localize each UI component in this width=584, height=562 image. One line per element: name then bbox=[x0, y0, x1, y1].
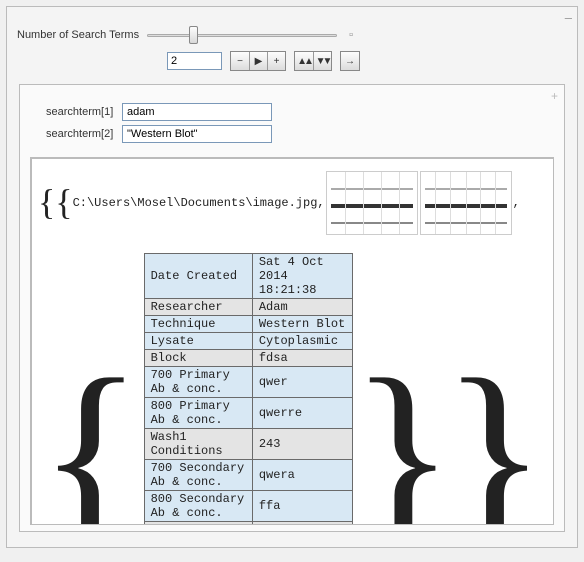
metadata-value: Western Blot bbox=[252, 316, 352, 333]
table-row: 800 Primary Ab & conc.qwerre bbox=[144, 398, 352, 429]
trailing-comma: , bbox=[513, 196, 520, 210]
data-table-wrap: { Date CreatedSat 4 Oct 2014 18:21:38Res… bbox=[38, 253, 547, 525]
blot-thumbnail-2 bbox=[420, 171, 512, 235]
table-row: ResearcherAdam bbox=[144, 299, 352, 316]
metadata-key: Date Created bbox=[144, 254, 252, 299]
metadata-key: Researcher bbox=[144, 299, 252, 316]
anim-button-group: − ▶ + bbox=[230, 51, 286, 71]
image-result-row: { { C:\Users\Mosel\Documents\image.jpg, … bbox=[38, 171, 547, 235]
search-input-2[interactable] bbox=[122, 125, 272, 143]
slider-thumb[interactable] bbox=[189, 26, 198, 44]
metadata-value: Sat 4 Oct 2014 18:21:38 bbox=[252, 254, 352, 299]
open-brace-icon: { bbox=[55, 192, 72, 214]
slider-label: Number of Search Terms bbox=[17, 29, 139, 41]
table-row: 700 Secondary Ab & conc.qwera bbox=[144, 460, 352, 491]
metadata-value: Cytoplasmic bbox=[252, 333, 352, 350]
step-minus-button[interactable]: − bbox=[231, 52, 249, 70]
table-row: LysateCytoplasmic bbox=[144, 333, 352, 350]
open-brace-icon: { bbox=[38, 192, 55, 214]
search-row-2: searchterm[2] bbox=[46, 125, 564, 143]
double-down-button[interactable]: ▼▼ bbox=[313, 52, 331, 70]
controls-area: Number of Search Terms ▫ − ▶ + ▲▲ ▼▼ → bbox=[7, 7, 577, 74]
table-row: Date CreatedSat 4 Oct 2014 18:21:38 bbox=[144, 254, 352, 299]
table-row: 800 Secondary Ab & conc.ffa bbox=[144, 491, 352, 522]
metadata-key: 800 Primary Ab & conc. bbox=[144, 398, 252, 429]
metadata-value: qwerre bbox=[252, 398, 352, 429]
expand-icon[interactable]: + bbox=[551, 89, 558, 103]
results-panel: { { C:\Users\Mosel\Documents\image.jpg, … bbox=[30, 157, 554, 525]
metadata-value: fdsa bbox=[252, 350, 352, 367]
table-row: Wash1 Conditions243 bbox=[144, 429, 352, 460]
double-up-button[interactable]: ▲▲ bbox=[295, 52, 313, 70]
collapse-icon[interactable]: – bbox=[565, 10, 572, 25]
open-brace-icon: { bbox=[38, 371, 144, 525]
term-count-slider[interactable] bbox=[147, 25, 337, 45]
metadata-table: Date CreatedSat 4 Oct 2014 18:21:38Resea… bbox=[144, 253, 353, 525]
metadata-key: Wash2 Conditions bbox=[144, 522, 252, 526]
close-brace-icon: } bbox=[441, 371, 547, 525]
image-path-text: C:\Users\Mosel\Documents\image.jpg, bbox=[73, 196, 325, 210]
table-row: TechniqueWestern Blot bbox=[144, 316, 352, 333]
metadata-key: Wash1 Conditions bbox=[144, 429, 252, 460]
search-terms-block: searchterm[1] searchterm[2] bbox=[20, 103, 564, 143]
metadata-key: 800 Secondary Ab & conc. bbox=[144, 491, 252, 522]
metadata-value: qwera bbox=[252, 460, 352, 491]
metadata-key: Technique bbox=[144, 316, 252, 333]
search-label-2: searchterm[2] bbox=[46, 128, 122, 140]
metadata-key: 700 Secondary Ab & conc. bbox=[144, 460, 252, 491]
metadata-value: rew bbox=[252, 522, 352, 526]
play-button[interactable]: ▶ bbox=[249, 52, 267, 70]
table-row: Blockfdsa bbox=[144, 350, 352, 367]
dbl-button-group: ▲▲ ▼▼ bbox=[294, 51, 332, 71]
metadata-value: 243 bbox=[252, 429, 352, 460]
slider-end-icon: ▫ bbox=[349, 29, 353, 41]
search-label-1: searchterm[1] bbox=[46, 106, 122, 118]
blot-thumbnail-1 bbox=[326, 171, 418, 235]
search-input-1[interactable] bbox=[122, 103, 272, 121]
metadata-key: Lysate bbox=[144, 333, 252, 350]
metadata-value: Adam bbox=[252, 299, 352, 316]
outer-panel: – Number of Search Terms ▫ − ▶ + ▲▲ ▼▼ → bbox=[6, 6, 578, 548]
term-count-input[interactable] bbox=[167, 52, 222, 70]
table-row: 700 Primary Ab & conc.qwer bbox=[144, 367, 352, 398]
arrow-button-group: → bbox=[340, 51, 360, 71]
inner-panel: + searchterm[1] searchterm[2] { { C:\Use… bbox=[19, 84, 565, 532]
metadata-value: ffa bbox=[252, 491, 352, 522]
metadata-key: Block bbox=[144, 350, 252, 367]
right-arrow-button[interactable]: → bbox=[341, 52, 359, 70]
metadata-value: qwer bbox=[252, 367, 352, 398]
table-row: Wash2 Conditionsrew bbox=[144, 522, 352, 526]
metadata-key: 700 Primary Ab & conc. bbox=[144, 367, 252, 398]
close-brace-icon: } bbox=[350, 371, 456, 525]
step-plus-button[interactable]: + bbox=[267, 52, 285, 70]
search-row-1: searchterm[1] bbox=[46, 103, 564, 121]
